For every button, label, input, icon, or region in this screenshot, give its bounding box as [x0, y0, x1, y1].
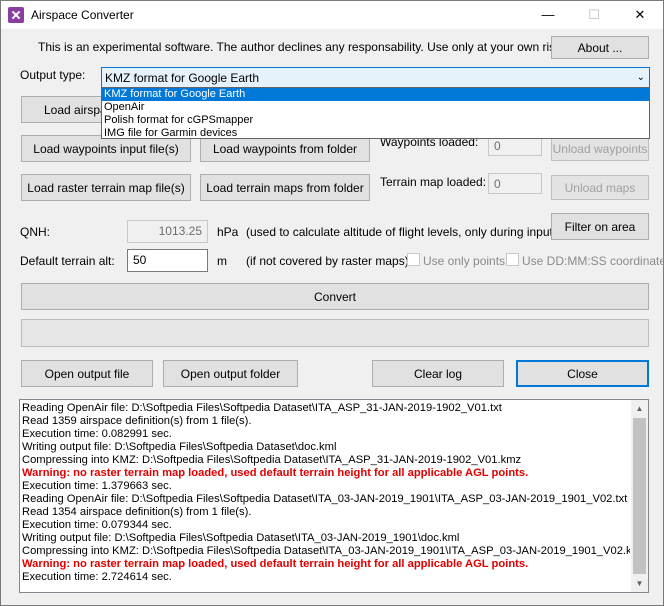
- log-output[interactable]: Reading OpenAir file: D:\Softpedia Files…: [19, 399, 649, 593]
- output-type-label: Output type:: [20, 68, 86, 82]
- open-output-file-button[interactable]: Open output file: [21, 360, 153, 387]
- convert-button[interactable]: Convert: [21, 283, 649, 310]
- log-line: Reading OpenAir file: D:\Softpedia Files…: [22, 493, 628, 505]
- log-line: Execution time: 2.724614 sec.: [22, 571, 172, 583]
- scroll-down-icon[interactable]: ▼: [631, 575, 648, 592]
- use-only-points-checkbox[interactable]: [407, 253, 420, 266]
- log-line: Execution time: 0.082991 sec.: [22, 428, 172, 440]
- output-option-kmz[interactable]: KMZ format for Google Earth: [102, 88, 649, 101]
- terrain-alt-hint: (if not covered by raster maps): [246, 254, 409, 268]
- output-type-select[interactable]: KMZ format for Google Earth ⌄: [101, 67, 650, 88]
- scroll-up-icon[interactable]: ▲: [631, 400, 648, 417]
- use-ddmmss-checkbox[interactable]: [506, 253, 519, 266]
- terrain-loaded-label: Terrain map loaded:: [380, 175, 487, 189]
- log-line: Read 1359 airspace definition(s) from 1 …: [22, 415, 252, 427]
- log-line: Compressing into KMZ: D:\Softpedia Files…: [22, 454, 522, 466]
- use-ddmmss-label: Use DD:MM:SS coordinates: [522, 254, 664, 268]
- output-option-img[interactable]: IMG file for Garmin devices: [102, 127, 649, 140]
- output-option-openair[interactable]: OpenAir: [102, 101, 649, 114]
- load-terrain-folder-button[interactable]: Load terrain maps from folder: [200, 174, 370, 201]
- progress-bar: [21, 319, 649, 347]
- output-option-polish[interactable]: Polish format for cGPSmapper: [102, 114, 649, 127]
- terrain-alt-label: Default terrain alt:: [20, 254, 115, 268]
- close-window-button[interactable]: ✕: [617, 1, 663, 29]
- output-type-dropdown: KMZ format for Google Earth OpenAir Poli…: [101, 87, 650, 139]
- window-title: Airspace Converter: [31, 8, 134, 22]
- output-type-selected: KMZ format for Google Earth: [105, 71, 260, 85]
- log-line: Execution time: 1.379663 sec.: [22, 480, 172, 492]
- use-only-points-label: Use only points: [423, 254, 506, 268]
- qnh-label: QNH:: [20, 225, 50, 239]
- disclaimer-text: This is an experimental software. The au…: [38, 40, 565, 54]
- maximize-button[interactable]: ☐: [571, 1, 617, 29]
- qnh-field: 1013.25: [127, 220, 208, 243]
- log-warning-line: Warning: no raster terrain map loaded, u…: [22, 467, 529, 479]
- filter-area-button[interactable]: Filter on area: [551, 213, 649, 240]
- close-button[interactable]: Close: [516, 360, 649, 387]
- load-raster-map-button[interactable]: Load raster terrain map file(s): [21, 174, 191, 201]
- about-button[interactable]: About ...: [551, 36, 649, 59]
- terrain-alt-input[interactable]: 50: [127, 249, 208, 272]
- qnh-hint: (used to calculate altitude of flight le…: [246, 225, 557, 239]
- log-line: Writing output file: D:\Softpedia Files\…: [22, 532, 460, 544]
- log-warning-line: Warning: no raster terrain map loaded, u…: [22, 558, 529, 570]
- log-lines: Reading OpenAir file: D:\Softpedia Files…: [22, 402, 630, 584]
- scroll-thumb[interactable]: [633, 418, 646, 574]
- clear-log-button[interactable]: Clear log: [372, 360, 504, 387]
- log-scrollbar[interactable]: ▲ ▼: [631, 400, 648, 592]
- log-line: Execution time: 0.079344 sec.: [22, 519, 172, 531]
- app-icon: [8, 7, 24, 23]
- terrain-alt-unit: m: [217, 254, 227, 268]
- chevron-down-icon[interactable]: ⌄: [637, 72, 645, 83]
- log-line: Compressing into KMZ: D:\Softpedia Files…: [22, 545, 630, 557]
- qnh-unit: hPa: [217, 225, 239, 239]
- log-line: Read 1354 airspace definition(s) from 1 …: [22, 506, 252, 518]
- terrain-loaded-field: 0: [488, 173, 542, 194]
- log-line: Writing output file: D:\Softpedia Files\…: [22, 441, 337, 453]
- log-line: Reading OpenAir file: D:\Softpedia Files…: [22, 402, 502, 414]
- app-window: Airspace Converter — ☐ ✕ This is an expe…: [0, 0, 664, 606]
- open-output-folder-button[interactable]: Open output folder: [163, 360, 298, 387]
- unload-maps-button[interactable]: Unload maps: [551, 175, 649, 200]
- minimize-button[interactable]: —: [525, 1, 571, 29]
- title-bar[interactable]: Airspace Converter — ☐ ✕: [1, 1, 663, 29]
